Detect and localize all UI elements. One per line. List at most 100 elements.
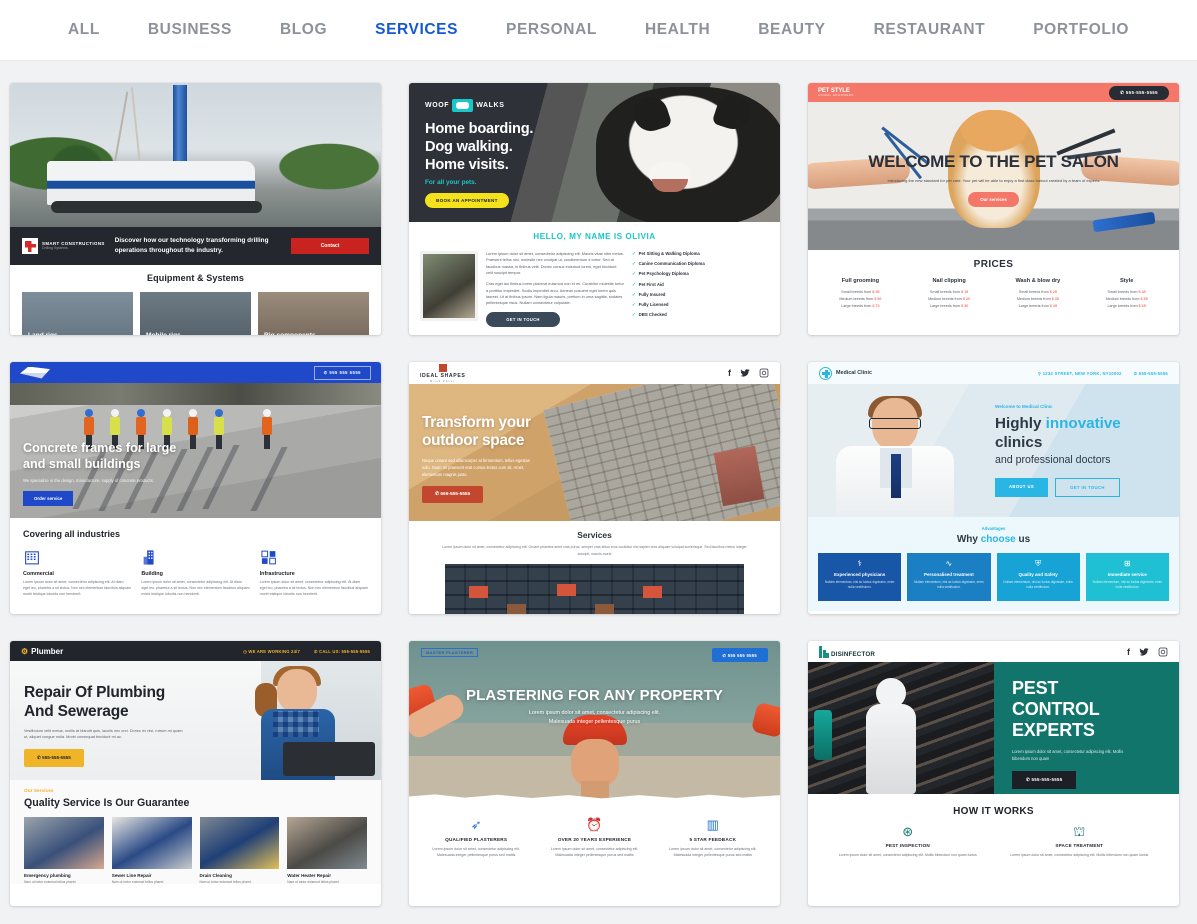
nav-item-business[interactable]: BUSINESS xyxy=(124,21,256,39)
phone-icon: ✆ xyxy=(435,492,440,498)
section-title: Covering all industries xyxy=(23,529,121,539)
instagram-icon[interactable] xyxy=(759,368,769,378)
feature-title: Commercial xyxy=(23,571,54,577)
template-card-plumber[interactable]: ⚙ Plumber ◷ WE ARE WORKING 24/7 ✆ CALL U… xyxy=(10,641,381,906)
price-row: Large breeds from $ 30 xyxy=(929,304,969,309)
price-column: Wash & blow dry Small breeds from $ 25 M… xyxy=(994,278,1083,310)
advantage-tile[interactable]: ⛨ Quality and Safety Nullam elementum, n… xyxy=(996,553,1080,601)
spray-icon: ⛫ xyxy=(1073,824,1086,839)
headline-line: PEST xyxy=(1012,678,1059,698)
step-title: SPACE TREATMENT xyxy=(1055,843,1104,848)
list-item-label: Pet Psychology Diploma xyxy=(638,271,689,277)
template-card-master-plasterer[interactable]: MASTER PLASTERER ✆ 555 555 5555 PLASTERI… xyxy=(409,641,780,906)
phone-button[interactable]: ✆ 666-555-5555 xyxy=(422,486,484,504)
portrait-photo xyxy=(420,251,478,321)
nav-item-personal[interactable]: PERSONAL xyxy=(482,21,621,39)
service-photo xyxy=(111,817,192,869)
template-gallery: SMART CONSTRUCTIONS Drilling Systems Dis… xyxy=(0,61,1197,906)
book-appointment-button[interactable]: BOOK AN APPOINTMENT xyxy=(425,193,509,209)
advantage-tile[interactable]: ∿ Personalised treatment Nullam elementu… xyxy=(907,553,991,601)
logo-name: Medical Clinic xyxy=(836,369,872,376)
site-header: PET STYLE ANIMAL GROOMERS ✆ 555-555-5555 xyxy=(808,83,1179,102)
phone-button[interactable]: ✆ 555-555-5555 xyxy=(24,749,84,768)
contact-button[interactable]: Contact xyxy=(291,238,369,254)
template-card-disinfector[interactable]: DISINFECTOR f PEST CONTROL EXPERTS Lorem… xyxy=(808,641,1179,906)
nav-item-health[interactable]: HEALTH xyxy=(621,21,734,39)
phone-button[interactable]: ✆ 555-555-5555 xyxy=(1109,85,1169,100)
advantage-text: Nullam elementum, nisl ac luctus digniss… xyxy=(1092,580,1163,589)
headline-line: Home boarding. xyxy=(425,121,534,137)
get-in-touch-button[interactable]: GET IN TOUCH xyxy=(1055,477,1120,497)
get-in-touch-button[interactable]: GET IN TOUCH xyxy=(486,311,560,327)
twitter-icon[interactable] xyxy=(1139,647,1149,657)
feature-tile[interactable]: Rig components Lorem ipsum dolor sit ame… xyxy=(258,292,369,335)
infrastructure-icon xyxy=(260,549,278,566)
phone-button[interactable]: ✆ 555 555 5555 xyxy=(711,648,768,662)
phone-number: 555-555-5555 xyxy=(42,755,71,761)
headline-line: CONTROL xyxy=(1012,698,1100,719)
service-card[interactable]: Water Heater Repair Nam ut tortor euismo… xyxy=(287,817,367,884)
template-card-pet-style[interactable]: PET STYLE ANIMAL GROOMERS ✆ 555-555-5555… xyxy=(808,83,1179,335)
nav-item-all[interactable]: ALL xyxy=(44,21,124,39)
phone-button[interactable]: ✆ 555 555 5555 xyxy=(313,365,371,380)
site-header: ✆ 555 555 5555 xyxy=(10,362,381,383)
medical-cross-icon xyxy=(819,366,832,380)
advantage-tile[interactable]: ⚕ Experienced physicians Nullam elementu… xyxy=(818,553,902,601)
office-building-icon xyxy=(23,549,41,566)
section-title: Equipment & Systems xyxy=(147,273,244,283)
order-service-button[interactable]: Order service xyxy=(23,491,74,506)
service-card[interactable]: Emergency plumbing Nam ut tortor euismod… xyxy=(24,817,104,884)
feature-tile[interactable]: Land rigs Lorem ipsum dolor sit amet, co… xyxy=(22,292,133,335)
working-hours: ◷ WE ARE WORKING 24/7 xyxy=(243,648,300,654)
instagram-icon[interactable] xyxy=(1158,647,1168,657)
advantage-tile[interactable]: ⊞ Immediate service Nullam elementum, ni… xyxy=(1085,553,1169,601)
nav-item-services[interactable]: SERVICES xyxy=(351,21,482,39)
phone-icon: ✆ xyxy=(314,648,318,654)
nav-item-blog[interactable]: BLOG xyxy=(256,21,351,39)
nav-item-restaurant[interactable]: RESTAURANT xyxy=(850,21,1010,39)
template-card-concrete-frames[interactable]: ✆ 555 555 5555 Concrete frames for large xyxy=(10,362,381,614)
list-item: ✓ Pet Sitting & Walking Diploma xyxy=(632,251,769,257)
template-card-woof-walks[interactable]: WOOF WALKS Home boarding. Dog walking. H… xyxy=(409,83,780,335)
phone-icon: ✆ xyxy=(1120,89,1125,95)
twitter-icon[interactable] xyxy=(740,368,750,378)
check-icon: ✓ xyxy=(632,312,636,318)
section-kicker: Our Services xyxy=(24,789,54,794)
shield-icon: ⛨ xyxy=(1035,559,1042,568)
phone[interactable]: ✆ 555-555-5555 xyxy=(1134,371,1168,376)
section-title: Quality Service Is Our Guarantee xyxy=(24,797,190,809)
feature-column: ▥ 5 STAR FEEDBACK Lorem ipsum dolor sit … xyxy=(654,818,772,859)
logo-name: DISINFECTOR xyxy=(831,650,876,658)
price-row: Medium breeds from $ 55 xyxy=(1105,297,1148,302)
price-row: Large breeds from $ 70 xyxy=(841,304,880,309)
service-card[interactable]: Drain Cleaning Nam ut tortor euismod tel… xyxy=(199,817,280,884)
list-item: ✓ DBS Checked xyxy=(632,312,769,318)
hero-headline: PEST CONTROL EXPERTS xyxy=(1012,678,1179,741)
nav-item-portfolio[interactable]: PORTFOLIO xyxy=(1009,21,1153,39)
template-card-medical-clinic[interactable]: Medical Clinic ⚲ 1234 STREET, NEW YORK, … xyxy=(808,362,1179,614)
about-us-button[interactable]: ABOUT US xyxy=(995,477,1049,497)
our-services-button[interactable]: Our services xyxy=(968,191,1019,207)
hero-headline: Concrete frames for large and small buil… xyxy=(23,441,176,472)
feature-tile[interactable]: Mobile rigs Lorem ipsum dolor sit amet, … xyxy=(140,292,251,335)
service-card[interactable]: Sewer Line Repair Nam ut tortor euismod … xyxy=(111,817,192,884)
site-header: IDEAL SHAPES Brick Paver f xyxy=(409,362,780,384)
phone-number: 555-555-5555 xyxy=(1125,89,1158,95)
facebook-icon[interactable]: f xyxy=(728,368,731,378)
call-us[interactable]: ✆ CALL US: 555-555-5555 xyxy=(314,649,370,654)
logo-name: MASTER PLASTERER xyxy=(426,650,474,655)
industry-feature: Commercial Lorem ipsum dolor sit amet, c… xyxy=(23,549,131,597)
brand-mark-icon xyxy=(438,363,447,372)
nav-item-beauty[interactable]: BEAUTY xyxy=(734,21,849,39)
hero-subtext: Lorem ipsum dolor sit amet, consectetur … xyxy=(409,709,780,726)
template-card-ideal-shapes[interactable]: IDEAL SHAPES Brick Paver f Transform you… xyxy=(409,362,780,614)
logo-name: IDEAL SHAPES xyxy=(420,372,466,379)
logo: WOOF WALKS xyxy=(425,99,533,112)
list-item: ✓ Pet Psychology Diploma xyxy=(632,271,769,277)
template-card-smart-constructions[interactable]: SMART CONSTRUCTIONS Drilling Systems Dis… xyxy=(10,83,381,335)
logo: MASTER PLASTERER xyxy=(421,648,479,658)
facebook-icon[interactable]: f xyxy=(1127,647,1130,657)
headline-line: outdoor space xyxy=(422,432,525,450)
site-header: ⚙ Plumber ◷ WE ARE WORKING 24/7 ✆ CALL U… xyxy=(10,641,381,661)
phone-button[interactable]: ✆ 555-555-5555 xyxy=(1012,770,1077,789)
